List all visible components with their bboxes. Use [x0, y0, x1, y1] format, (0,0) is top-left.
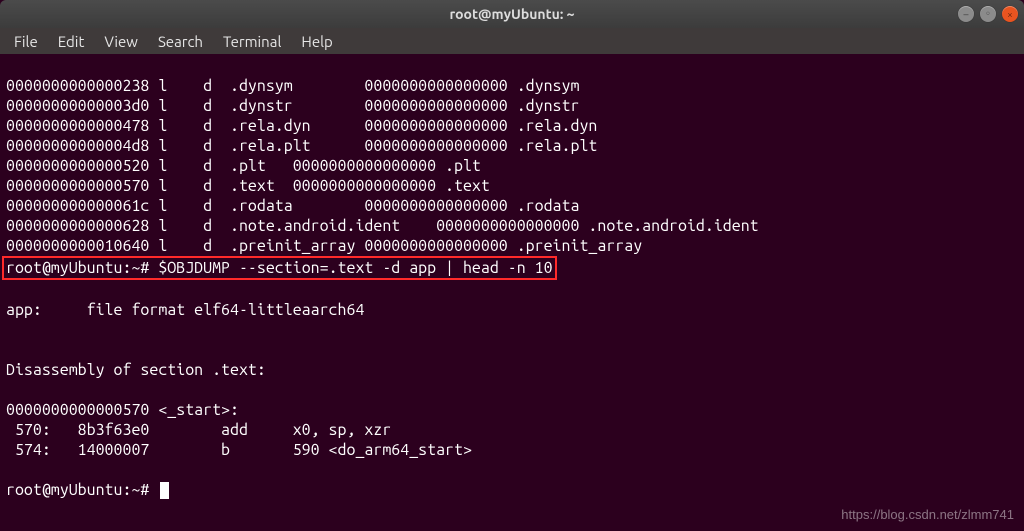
watermark: https://blog.csdn.net/zlmm741 [841, 505, 1014, 525]
symbol-row: 000000000000061c l d .rodata 00000000000… [6, 197, 579, 215]
symbol-row: 0000000000000628 l d .note.android.ident… [6, 217, 759, 235]
symbol-row: 0000000000010640 l d .preinit_array 0000… [6, 237, 642, 255]
highlighted-command-line: root@myUbuntu:~# $OBJDUMP --section=.tex… [2, 256, 557, 280]
shell-prompt: root@myUbuntu:~# [6, 259, 158, 277]
window-title: root@myUbuntu: ~ [0, 6, 1024, 22]
symbol-row: 0000000000000570 l d .text 0000000000000… [6, 177, 490, 195]
symbol-row: 0000000000000520 l d .plt 00000000000000… [6, 157, 481, 175]
shell-prompt: root@myUbuntu:~# [6, 481, 158, 499]
menu-search[interactable]: Search [148, 30, 213, 53]
menubar: File Edit View Search Terminal Help [0, 28, 1024, 54]
menu-view[interactable]: View [94, 30, 148, 53]
menu-help[interactable]: Help [291, 30, 342, 53]
close-button[interactable]: × [1002, 6, 1018, 22]
symbol-row: 0000000000000478 l d .rela.dyn 000000000… [6, 117, 597, 135]
file-format-line: app: file format elf64-littleaarch64 [6, 301, 364, 319]
shell-command: $OBJDUMP --section=.text -d app | head -… [158, 259, 552, 277]
instruction-row: 574: 14000007 b 590 <do_arm64_start> [6, 441, 472, 459]
instruction-row: 570: 8b3f63e0 add x0, sp, xzr [6, 421, 391, 439]
symbol-row: 0000000000000238 l d .dynsym 00000000000… [6, 77, 579, 95]
start-label: 0000000000000570 <_start>: [6, 401, 239, 419]
window-controls: – ◦ × [958, 6, 1018, 22]
minimize-button[interactable]: – [958, 6, 974, 22]
cursor [160, 482, 169, 499]
symbol-row: 00000000000004d8 l d .rela.plt 000000000… [6, 137, 597, 155]
maximize-button[interactable]: ◦ [980, 6, 996, 22]
menu-edit[interactable]: Edit [48, 30, 95, 53]
disassembly-header: Disassembly of section .text: [6, 361, 266, 379]
window-titlebar: root@myUbuntu: ~ – ◦ × [0, 0, 1024, 28]
symbol-row: 00000000000003d0 l d .dynstr 00000000000… [6, 97, 579, 115]
menu-terminal[interactable]: Terminal [213, 30, 291, 53]
terminal-view[interactable]: 0000000000000238 l d .dynsym 00000000000… [0, 54, 1024, 531]
menu-file[interactable]: File [4, 30, 48, 53]
